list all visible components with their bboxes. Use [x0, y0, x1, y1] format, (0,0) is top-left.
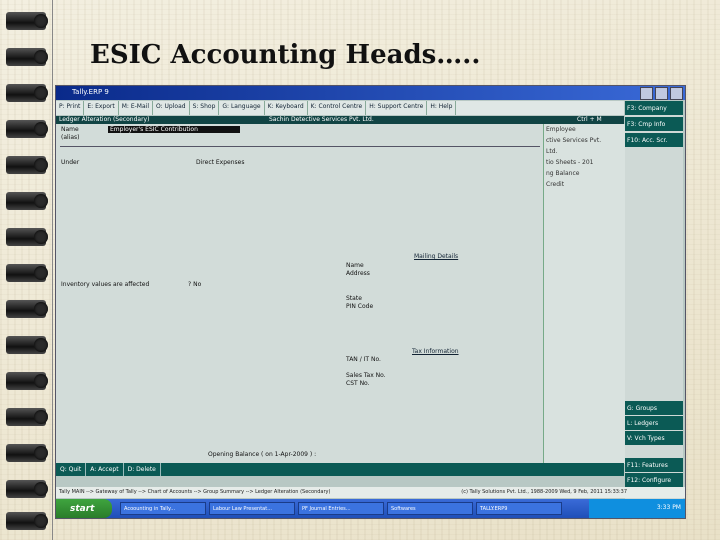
name-label: Name [61, 126, 79, 133]
inventory-value[interactable]: ? No [188, 281, 201, 288]
fkey-configure[interactable]: F12: Configure [625, 473, 683, 487]
window-titlebar: Tally.ERP 9 [56, 86, 685, 100]
mailing-state-label: State [346, 295, 362, 302]
right-panel-line: Employee [546, 126, 576, 133]
menu-upload[interactable]: O: Upload [153, 101, 190, 115]
taskbar-item[interactable]: PF Journal Entries... [298, 502, 384, 515]
menu-support-centre[interactable]: H: Support Centre [366, 101, 428, 115]
margin-rule [52, 0, 53, 540]
menu-email[interactable]: M: E-Mail [119, 101, 153, 115]
ctrl-m-hint: Ctrl + M [577, 116, 602, 123]
window-title: Tally.ERP 9 [72, 88, 109, 96]
status-path: Tally MAIN --> Gateway of Tally --> Char… [59, 489, 331, 495]
under-label: Under [61, 159, 80, 166]
menu-language[interactable]: G: Language [219, 101, 265, 115]
status-info: (c) Tally Solutions Pvt. Ltd., 1988-2009… [461, 489, 627, 495]
right-panel-line: Ltd. [546, 148, 558, 155]
function-key-panel: F3: Company F3: Cmp Info F10: Acc. Scr. … [625, 101, 683, 504]
divider [60, 146, 540, 147]
sales-tax-label: Sales Tax No. [346, 372, 386, 379]
system-tray: 3:33 PM [589, 499, 685, 518]
slide-title: ESIC Accounting Heads….. [90, 40, 481, 70]
quit-button[interactable]: Q: Quit [56, 463, 87, 476]
menu-shop[interactable]: S: Shop [190, 101, 220, 115]
right-panel-line: ng Balance [546, 170, 580, 177]
windows-taskbar: start Acoounting in Tally... Labour Law … [56, 499, 685, 518]
under-value[interactable]: Direct Expenses [196, 159, 244, 166]
fkey-vch-types[interactable]: V: Vch Types [625, 431, 683, 445]
taskbar-item[interactable]: Acoounting in Tally... [120, 502, 206, 515]
maximize-button[interactable] [655, 87, 668, 100]
menu-export[interactable]: E: Export [84, 101, 119, 115]
screen-header: Ledger Alteration (Secondary) Sachin Det… [56, 116, 624, 124]
right-info-panel: Employee ctive Services Pvt. Ltd. tio Sh… [543, 124, 625, 464]
mailing-pin-label: PIN Code [346, 303, 374, 310]
right-panel-line: ctive Services Pvt. [546, 137, 602, 144]
taskbar-item[interactable]: Softwares [387, 502, 473, 515]
alias-label: (alias) [61, 134, 80, 141]
opening-balance-label: Opening Balance ( on 1-Apr-2009 ) : [208, 451, 317, 458]
inventory-label: Inventory values are affected [61, 281, 150, 288]
fkey-features[interactable]: F11: Features [625, 458, 683, 472]
close-button[interactable] [670, 87, 683, 100]
delete-button[interactable]: D: Delete [124, 463, 161, 476]
ledger-form: Ledger Alteration (Secondary) Sachin Det… [56, 116, 624, 464]
name-input[interactable]: Employer's ESIC Contribution [108, 126, 240, 133]
clock: 3:33 PM [656, 504, 681, 511]
button-bar: P: Print E: Export M: E-Mail O: Upload S… [56, 101, 624, 115]
accept-button[interactable]: A: Accept [86, 463, 124, 476]
tally-screenshot: Tally.ERP 9 P: Print E: Export M: E-Mail… [55, 85, 686, 519]
menu-help[interactable]: H: Help [427, 101, 457, 115]
menu-print[interactable]: P: Print [56, 101, 85, 115]
taskbar-item[interactable]: TALLY.ERP9 [476, 502, 562, 515]
fkey-acc-scr[interactable]: F10: Acc. Scr. [625, 133, 683, 147]
status-bar: Tally MAIN --> Gateway of Tally --> Char… [56, 487, 685, 498]
right-panel-line: tio Sheets - 201 [546, 159, 594, 166]
start-button[interactable]: start [56, 499, 112, 518]
fkey-company[interactable]: F3: Company [625, 101, 683, 115]
tax-information-title: Tax Information [412, 348, 459, 355]
minimize-button[interactable] [640, 87, 653, 100]
screen-title: Ledger Alteration (Secondary) [59, 116, 150, 123]
fkey-cmp-info[interactable]: F3: Cmp Info [625, 117, 683, 131]
menu-control-centre[interactable]: K: Control Centre [308, 101, 367, 115]
cst-label: CST No. [346, 380, 370, 387]
spiral-binding [0, 0, 54, 540]
mailing-details-title: Mailing Details [414, 253, 459, 260]
fkey-ledgers[interactable]: L: Ledgers [625, 416, 683, 430]
taskbar-item[interactable]: Labour Law Presentat... [209, 502, 295, 515]
menu-keyboard[interactable]: K: Keyboard [265, 101, 308, 115]
company-name: Sachin Detective Services Pvt. Ltd. [269, 116, 374, 123]
tan-label: TAN / IT No. [346, 356, 381, 363]
fkey-groups[interactable]: G: Groups [625, 401, 683, 415]
mailing-name-label: Name [346, 262, 364, 269]
bottom-button-bar: Q: Quit A: Accept D: Delete [56, 463, 624, 476]
mailing-address-label: Address [346, 270, 370, 277]
right-panel-line: Credit [546, 181, 565, 188]
